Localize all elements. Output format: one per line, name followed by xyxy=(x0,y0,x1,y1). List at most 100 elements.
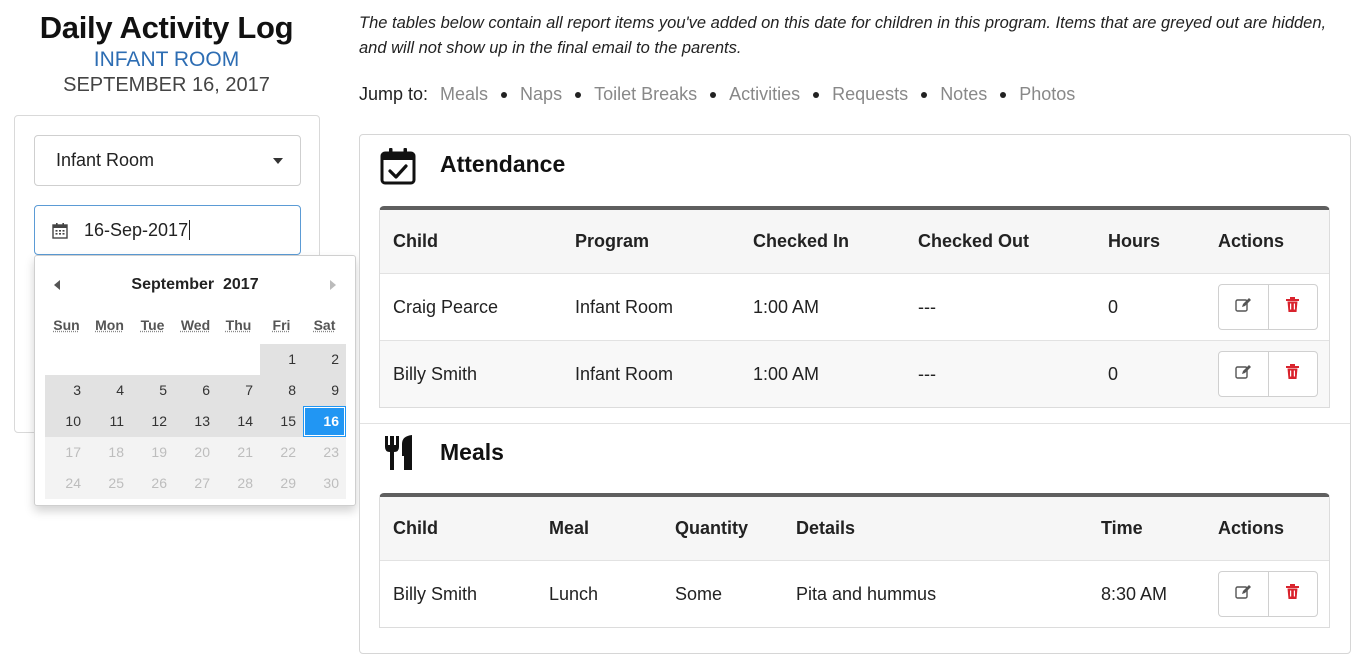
jump-link-photos[interactable]: Photos xyxy=(1019,84,1075,105)
datepicker-day[interactable]: 3 xyxy=(45,375,88,406)
datepicker-day[interactable]: 9 xyxy=(303,375,346,406)
table-cell: Some xyxy=(675,583,723,604)
datepicker-day[interactable]: 2 xyxy=(303,344,346,375)
datepicker-day[interactable]: 8 xyxy=(260,375,303,406)
weekday-label: Tue xyxy=(140,317,165,333)
datepicker-day-selected[interactable]: 16 xyxy=(303,406,346,437)
datepicker-day[interactable]: 10 xyxy=(45,406,88,437)
edit-icon xyxy=(1235,297,1252,317)
datepicker-day[interactable]: 24 xyxy=(45,468,88,499)
table-row: Billy Smith Infant Room 1:00 AM --- 0 xyxy=(380,340,1329,407)
datepicker-day[interactable]: 7 xyxy=(217,375,260,406)
date-input[interactable]: 16-Sep-2017 xyxy=(34,205,301,255)
weekday-label: Mon xyxy=(95,317,124,333)
table-cell: 1:00 AM xyxy=(753,296,820,317)
attendance-table: Child Program Checked In Checked Out Hours Ac… xyxy=(379,206,1330,408)
table-header-row: Child Meal Quantity Details Time Actions xyxy=(380,497,1329,560)
caret-down-icon xyxy=(273,158,283,164)
table-header-row: Child Program Checked In Checked Out Hours Ac… xyxy=(380,210,1329,273)
jump-nav: Jump to: Meals Naps Toilet Breaks Activitie… xyxy=(359,84,1075,105)
column-header: Child xyxy=(393,518,438,538)
edit-button[interactable] xyxy=(1219,285,1268,329)
datepicker-day xyxy=(88,344,131,375)
column-header: Actions xyxy=(1218,518,1285,538)
table-cell: --- xyxy=(918,296,936,317)
jump-link-toilet-breaks[interactable]: Toilet Breaks xyxy=(594,84,697,105)
jump-link-notes[interactable]: Notes xyxy=(940,84,987,105)
datepicker-header: September 2017 xyxy=(35,276,355,296)
weekday-label: Wed xyxy=(180,317,211,333)
jump-link-activities[interactable]: Activities xyxy=(729,84,800,105)
datepicker-day[interactable]: 18 xyxy=(88,437,131,468)
bullet-separator xyxy=(813,91,820,98)
datepicker-year: 2017 xyxy=(223,276,259,293)
datepicker-day[interactable]: 22 xyxy=(260,437,303,468)
page-title: Daily Activity Log xyxy=(39,10,294,45)
datepicker-day[interactable]: 19 xyxy=(131,437,174,468)
column-header: Quantity xyxy=(675,518,749,538)
table-cell: Infant Room xyxy=(575,296,674,317)
table-cell: Billy Smith xyxy=(393,363,478,384)
row-actions xyxy=(1218,284,1318,330)
delete-button[interactable] xyxy=(1267,285,1318,329)
table-cell: Lunch xyxy=(549,583,599,604)
bullet-separator xyxy=(710,91,717,98)
jump-link-requests[interactable]: Requests xyxy=(832,84,908,105)
trash-icon xyxy=(1286,584,1300,604)
weekday-label: Sat xyxy=(313,317,336,333)
datepicker-day[interactable]: 14 xyxy=(217,406,260,437)
column-header: Actions xyxy=(1218,231,1285,251)
datepicker-day xyxy=(45,344,88,375)
datepicker-day[interactable]: 1 xyxy=(260,344,303,375)
delete-button[interactable] xyxy=(1267,352,1318,396)
program-select[interactable]: Infant Room xyxy=(34,135,301,186)
bullet-separator xyxy=(501,91,508,98)
edit-icon xyxy=(1235,364,1252,384)
datepicker-day[interactable]: 17 xyxy=(45,437,88,468)
datepicker-day[interactable]: 12 xyxy=(131,406,174,437)
table-cell: 8:30 AM xyxy=(1101,583,1168,604)
weekday-label: Sun xyxy=(53,317,80,333)
datepicker-day[interactable]: 11 xyxy=(88,406,131,437)
datepicker-day[interactable]: 15 xyxy=(260,406,303,437)
datepicker-day[interactable]: 23 xyxy=(303,437,346,468)
datepicker-day[interactable]: 26 xyxy=(131,468,174,499)
program-select-value: Infant Room xyxy=(56,150,155,170)
delete-button[interactable] xyxy=(1267,572,1318,616)
page-header: Daily Activity Log INFANT ROOM SEPTEMBER… xyxy=(0,8,333,98)
meals-table: Child Meal Quantity Details Time Actions Billy… xyxy=(379,493,1330,628)
next-month-icon[interactable] xyxy=(330,280,336,290)
text-cursor xyxy=(189,220,191,240)
datepicker-day[interactable]: 13 xyxy=(174,406,217,437)
column-header: Checked Out xyxy=(918,231,1030,251)
utensils-icon xyxy=(382,434,416,477)
datepicker-day[interactable]: 30 xyxy=(303,468,346,499)
datepicker-day[interactable]: 25 xyxy=(88,468,131,499)
table-cell: 1:00 AM xyxy=(753,363,820,384)
datepicker-day[interactable]: 20 xyxy=(174,437,217,468)
jump-link-naps[interactable]: Naps xyxy=(520,84,562,105)
datepicker-day[interactable]: 29 xyxy=(260,468,303,499)
datepicker-popup: September 2017 Sun Mon Tue Wed Thu Fri Sat 1 2 3 4… xyxy=(34,255,356,506)
jump-link-meals[interactable]: Meals xyxy=(440,84,488,105)
meals-title: Meals xyxy=(440,439,504,465)
attendance-title: Attendance xyxy=(440,151,566,177)
intro-text: The tables below contain all report item… xyxy=(359,14,1327,57)
datepicker-day[interactable]: 6 xyxy=(174,375,217,406)
edit-button[interactable] xyxy=(1219,352,1268,396)
edit-button[interactable] xyxy=(1219,572,1268,616)
table-cell: Infant Room xyxy=(575,363,674,384)
datepicker-day[interactable]: 21 xyxy=(217,437,260,468)
datepicker-day[interactable]: 27 xyxy=(174,468,217,499)
datepicker-day[interactable]: 5 xyxy=(131,375,174,406)
calendar-icon xyxy=(52,222,68,239)
program-name: INFANT ROOM xyxy=(93,48,240,71)
table-cell: Pita and hummus xyxy=(796,583,937,604)
column-header: Checked In xyxy=(753,231,850,251)
table-cell: Billy Smith xyxy=(393,583,478,604)
bullet-separator xyxy=(921,91,928,98)
datepicker-day[interactable]: 28 xyxy=(217,468,260,499)
datepicker-day[interactable]: 4 xyxy=(88,375,131,406)
table-cell: 0 xyxy=(1108,363,1119,384)
trash-icon xyxy=(1286,364,1300,384)
